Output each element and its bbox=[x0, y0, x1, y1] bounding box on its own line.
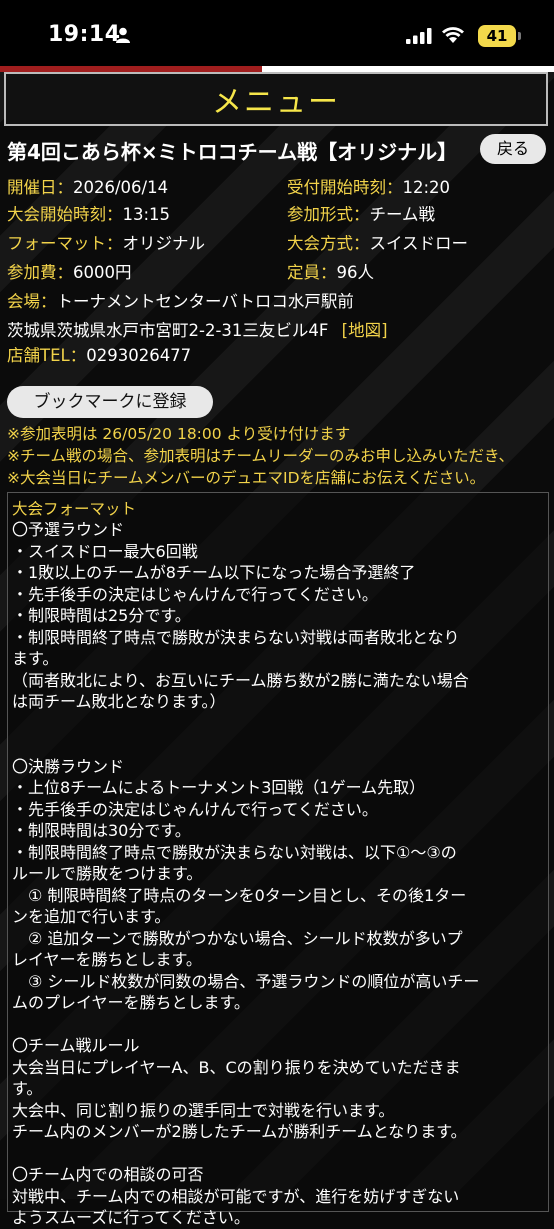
info-entry-type: 参加形式：チーム戦 bbox=[287, 205, 436, 224]
format-line: 対戦中、チーム内での相談が可能ですが、進行を妨げすぎない bbox=[12, 1186, 460, 1206]
notice-entry-start: ※参加表明は 26/05/20 18:00 より受け付けます bbox=[7, 425, 351, 443]
info-reception-time: 受付開始時刻：12:20 bbox=[287, 178, 451, 197]
format-line: ・制限時間は30分です。 bbox=[12, 821, 191, 840]
info-start-time: 大会開始時刻：13:15 bbox=[7, 205, 171, 224]
format-line: 〇決勝ラウンド bbox=[12, 756, 125, 776]
format-line: ・先手後手の決定はじゃんけんで行ってください。 bbox=[12, 584, 378, 604]
cellular-signal-icon bbox=[406, 28, 432, 44]
person-icon bbox=[116, 27, 130, 43]
format-title: 大会フォーマット bbox=[12, 500, 137, 518]
battery-tip bbox=[518, 32, 521, 40]
format-line: ① 制限時間終了時点のターンを0ターン目とし、その後1ター bbox=[12, 885, 467, 905]
info-date: 開催日：2026/06/14 bbox=[7, 178, 169, 197]
format-text: 〇予選ラウンド・スイスドロー最大6回戦・1敗以上のチームが8チーム以下になった場… bbox=[12, 519, 542, 1229]
format-line: は両チーム敗北となります。） bbox=[12, 692, 226, 711]
menu-button[interactable]: メニュー bbox=[4, 72, 548, 126]
format-line: ・スイスドロー最大6回戦 bbox=[12, 541, 198, 561]
notice-duema-id: ※大会当日にチームメンバーのデュエマIDを店舗にお伝えください。 bbox=[7, 469, 486, 487]
menu-label: メニュー bbox=[212, 85, 340, 120]
info-venue: 会場：トーナメントセンターバトロコ水戸駅前 bbox=[7, 292, 354, 311]
format-line: す。 bbox=[12, 1079, 43, 1098]
wifi-icon bbox=[442, 27, 464, 43]
format-line: （両者敗北により、お互いにチーム勝ち数が2勝に満たない場合 bbox=[12, 670, 469, 690]
format-section: 大会フォーマット 〇予選ラウンド・スイスドロー最大6回戦・1敗以上のチームが8チ… bbox=[7, 492, 549, 1227]
format-line: ンを追加で行います。 bbox=[12, 907, 171, 926]
map-link[interactable]: [地図] bbox=[342, 321, 388, 340]
format-line: 〇チーム戦ルール bbox=[12, 1036, 140, 1055]
format-line bbox=[12, 1014, 542, 1036]
format-line: 〇予選ラウンド bbox=[12, 520, 125, 539]
format-line: ようスムーズに行ってください。 bbox=[12, 1208, 250, 1227]
format-line bbox=[12, 713, 542, 735]
format-line: ・1敗以上のチームが8チーム以下になった場合予選終了 bbox=[12, 563, 416, 582]
info-address: 茨城県茨城県水戸市宮町2-2-31三友ビル4F [地図] bbox=[7, 321, 388, 340]
info-tournament-style: 大会方式：スイスドロー bbox=[287, 234, 469, 253]
back-button[interactable]: 戻る bbox=[480, 134, 546, 164]
format-line: チーム内のメンバーが2勝したチームが勝利チームとなります。 bbox=[12, 1122, 467, 1141]
format-line: レイヤーを勝ちとします。 bbox=[12, 950, 202, 969]
format-line: ・制限時間終了時点で勝敗が決まらない対戦は両者敗北となり bbox=[12, 627, 460, 647]
format-line: ムのプレイヤーを勝ちとします。 bbox=[12, 993, 250, 1012]
format-line bbox=[12, 1143, 542, 1165]
format-line: ② 追加ターンで勝敗がつかない場合、シールド枚数が多いプ bbox=[12, 928, 463, 948]
battery-icon: 41 bbox=[478, 25, 516, 47]
info-capacity: 定員：96人 bbox=[287, 263, 374, 282]
format-line bbox=[12, 734, 542, 756]
format-line: ・制限時間は25分です。 bbox=[12, 606, 191, 625]
status-bar: 19:14 41 bbox=[0, 0, 554, 66]
event-title: 第4回こあら杯×ミトロコチーム戦【オリジナル】 bbox=[7, 140, 458, 164]
format-line: 〇チーム内での相談の可否 bbox=[12, 1165, 204, 1184]
format-line: ③ シールド枚数が同数の場合、予選ラウンドの順位が高いチー bbox=[12, 971, 480, 991]
format-line: ます。 bbox=[12, 649, 59, 668]
format-line: ・先手後手の決定はじゃんけんで行ってください。 bbox=[12, 799, 378, 819]
bookmark-button[interactable]: ブックマークに登録 bbox=[7, 386, 213, 418]
format-line: ルールで勝敗をつけます。 bbox=[12, 864, 203, 883]
format-line: ・制限時間終了時点で勝敗が決まらない対戦は、以下①～③の bbox=[12, 842, 457, 862]
clock: 19:14 bbox=[48, 22, 121, 47]
format-line: ・上位8チームによるトーナメント3回戦（1ゲーム先取） bbox=[12, 778, 426, 797]
info-fee: 参加費：6000円 bbox=[7, 263, 132, 282]
tel-link[interactable]: 0293026477 bbox=[86, 346, 191, 365]
format-line: 大会中、同じ割り振りの選手同士で対戦を行います。 bbox=[12, 1100, 395, 1120]
format-line: 大会当日にプレイヤーA、B、Cの割り振りを決めていただきま bbox=[12, 1057, 461, 1077]
notice-team-leader: ※チーム戦の場合、参加表明はチームリーダーのみお申し込みいただき、 bbox=[7, 447, 514, 465]
info-format: フォーマット：オリジナル bbox=[7, 234, 205, 253]
info-tel: 店舗TEL：0293026477 bbox=[7, 346, 192, 365]
